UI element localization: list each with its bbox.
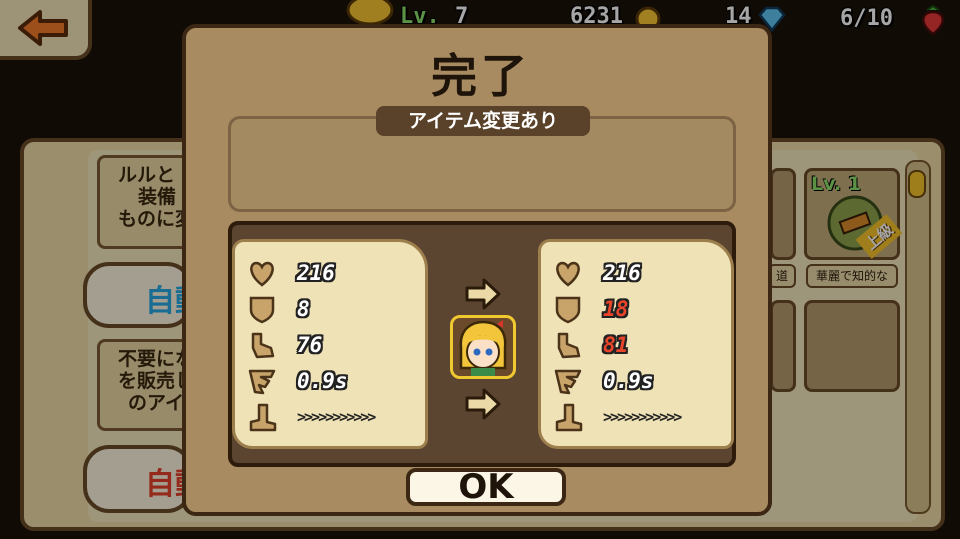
stat-row-move: >>>>>>>>>>>	[247, 400, 376, 434]
fist-icon	[557, 332, 581, 359]
heart-icon	[556, 261, 580, 287]
dialog-title: 完了	[431, 49, 531, 103]
character-avatar-icon	[459, 320, 507, 376]
boot-icon	[555, 403, 583, 432]
character-portrait	[450, 315, 516, 379]
dialog-subtitle: アイテム変更あり	[376, 106, 590, 136]
after-stats-card: 216 18 81 0.9s >>>>>>>>>>>	[538, 239, 734, 449]
before-stats-card: 216 8 76 0.9s >>>>>>>>>>>	[232, 239, 428, 449]
after-move-chevrons: >>>>>>>>>>>	[603, 408, 682, 426]
wing-icon	[554, 369, 582, 395]
stat-row-move: >>>>>>>>>>>	[553, 400, 682, 434]
ok-button[interactable]: OK	[406, 468, 566, 506]
stat-row-attack: 81	[553, 328, 628, 362]
after-hp: 216	[603, 261, 641, 285]
stat-row-speed: 0.9s	[247, 364, 348, 398]
fist-icon	[251, 332, 275, 359]
stat-row-defense: 8	[247, 292, 310, 326]
before-move-chevrons: >>>>>>>>>>>	[297, 408, 376, 426]
after-defense: 18	[603, 297, 629, 321]
after-attack: 81	[603, 333, 629, 357]
stat-row-hp: 216	[247, 256, 335, 290]
stat-row-defense: 18	[553, 292, 628, 326]
shield-icon	[249, 296, 275, 324]
wing-icon	[248, 369, 276, 395]
completion-dialog: 完了 アイテム変更あり 216 8 76 0.9s >>>>>>>>>>> 21…	[182, 24, 772, 516]
before-speed: 0.9s	[297, 369, 348, 393]
stat-row-attack: 76	[247, 328, 322, 362]
right-arrow-icon	[465, 278, 501, 310]
stat-row-hp: 216	[553, 256, 641, 290]
stat-comparison: 216 8 76 0.9s >>>>>>>>>>> 216 18 81 0.9s…	[228, 221, 736, 467]
boot-icon	[249, 403, 277, 432]
heart-icon	[250, 261, 274, 287]
before-defense: 8	[297, 297, 310, 321]
before-attack: 76	[297, 333, 323, 357]
after-speed: 0.9s	[603, 369, 654, 393]
right-arrow-icon	[465, 388, 501, 420]
shield-icon	[555, 296, 581, 324]
stat-row-speed: 0.9s	[553, 364, 654, 398]
before-hp: 216	[297, 261, 335, 285]
